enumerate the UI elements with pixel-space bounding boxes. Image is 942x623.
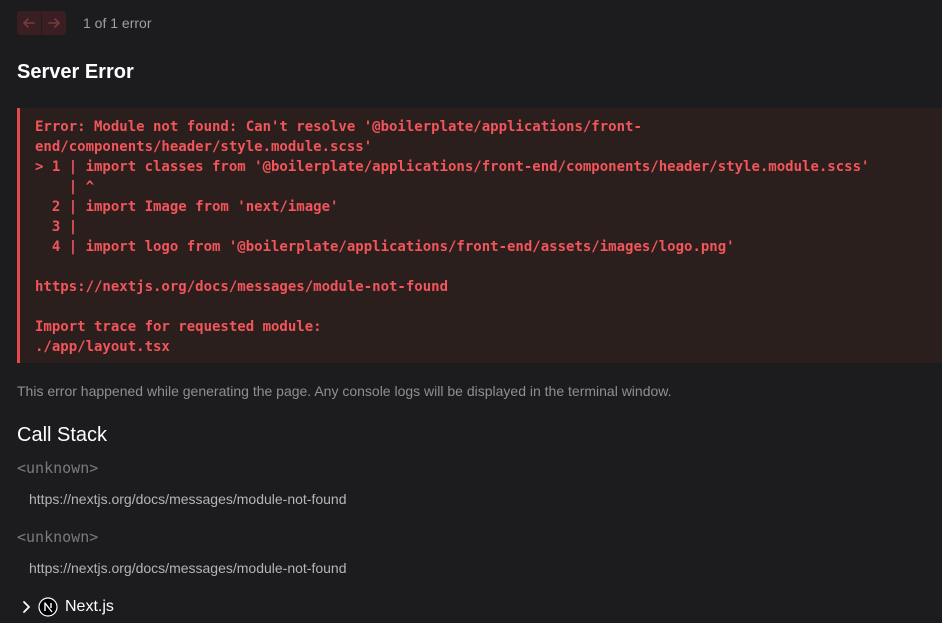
call-stack-title: Call Stack xyxy=(17,424,108,446)
error-source: Error: Module not found: Can't resolve '… xyxy=(35,117,942,357)
previous-error-button[interactable] xyxy=(17,11,41,35)
nextjs-logo-icon xyxy=(38,597,58,617)
stack-frame-function: <unknown> xyxy=(17,528,99,546)
error-note: This error happened while generating the… xyxy=(17,383,672,399)
framework-label: Next.js xyxy=(65,598,114,615)
error-line: Error: Module not found: Can't resolve '… xyxy=(35,119,642,135)
import-trace-file: ./app/layout.tsx xyxy=(35,339,170,355)
next-error-button[interactable] xyxy=(41,11,66,35)
error-line: end/components/header/style.module.scss' xyxy=(35,139,373,155)
arrow-left-icon xyxy=(23,18,35,28)
framework-frames-toggle[interactable]: Next.js xyxy=(20,597,114,617)
chevron-right-icon xyxy=(23,601,30,613)
stack-frame-location[interactable]: https://nextjs.org/docs/messages/module-… xyxy=(29,491,347,507)
code-line: > 1 | import classes from '@boilerplate/… xyxy=(35,159,870,175)
stack-frame-function: <unknown> xyxy=(17,459,99,477)
error-message-block: Error: Module not found: Can't resolve '… xyxy=(17,108,942,363)
error-counter: 1 of 1 error xyxy=(83,15,152,31)
import-trace-heading: Import trace for requested module: xyxy=(35,319,322,335)
code-line: 3 | xyxy=(35,219,78,235)
arrow-right-icon xyxy=(48,18,60,28)
page-title: Server Error xyxy=(17,61,134,83)
code-line: | ^ xyxy=(35,179,95,195)
error-pagination xyxy=(17,11,66,35)
code-line: 2 | import Image from 'next/image' xyxy=(35,199,339,215)
error-navigation: 1 of 1 error xyxy=(17,11,151,35)
error-overlay: 1 of 1 error Server Error Error: Module … xyxy=(0,0,942,623)
docs-link[interactable]: https://nextjs.org/docs/messages/module-… xyxy=(35,277,942,297)
code-line: 4 | import logo from '@boilerplate/appli… xyxy=(35,239,735,255)
stack-frame-location[interactable]: https://nextjs.org/docs/messages/module-… xyxy=(29,560,347,576)
